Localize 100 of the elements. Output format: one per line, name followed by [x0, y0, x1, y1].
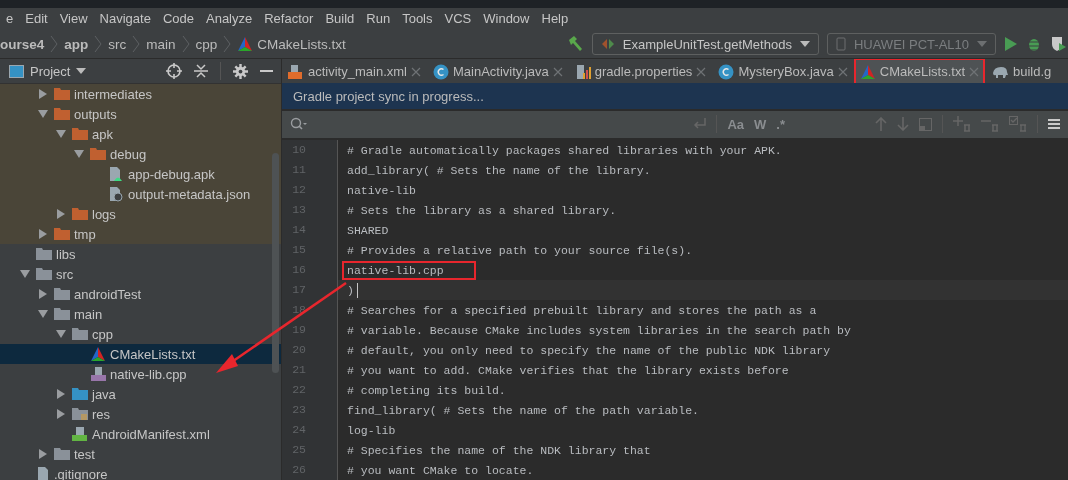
- code-line: # variable. Because CMake includes system libraries in the search path by: [346, 322, 852, 339]
- folder-icon: [54, 227, 70, 241]
- class-icon: [718, 63, 735, 80]
- minimize-icon[interactable]: [260, 69, 273, 73]
- menu-item[interactable]: Help: [535, 8, 575, 30]
- code-line: add_library( # Sets the name of the library.: [346, 162, 652, 179]
- code-editor[interactable]: [282, 138, 1068, 480]
- collapse-icon[interactable]: [194, 63, 208, 79]
- tree-item[interactable]: intermediates: [0, 84, 281, 104]
- tree-item[interactable]: res: [0, 404, 281, 424]
- menu-item[interactable]: Refactor: [258, 8, 320, 30]
- chart-file-icon: [574, 63, 591, 80]
- menu-item[interactable]: Tools: [396, 8, 439, 30]
- expanded-arrow-icon[interactable]: [74, 149, 84, 159]
- menu-item[interactable]: View: [53, 8, 94, 30]
- menu-item[interactable]: VCS: [438, 8, 478, 30]
- text-cursor: [356, 282, 358, 298]
- expanded-arrow-icon[interactable]: [56, 129, 66, 139]
- code-line: # you want to add. CMake verifies that the library exists before: [346, 362, 790, 379]
- tree-item[interactable]: tmp: [0, 224, 281, 244]
- folder-icon: [36, 247, 52, 261]
- close-icon[interactable]: [837, 66, 848, 77]
- code-line: find_library( # Sets the name of the path variable.: [346, 402, 700, 419]
- code-line: SHARED: [346, 222, 390, 239]
- chevron-icon: [181, 34, 190, 54]
- breadcrumb-item[interactable]: CMakeLists.txt: [257, 36, 346, 52]
- folder-icon: [54, 447, 70, 461]
- banner-text: Gradle project sync in progress...: [293, 88, 484, 104]
- collapsed-arrow-icon[interactable]: [56, 409, 66, 419]
- tree-item[interactable]: AndroidManifest.xml: [0, 424, 281, 444]
- breadcrumb-item[interactable]: main: [146, 36, 176, 52]
- menu-icon[interactable]: [1048, 118, 1060, 131]
- breadcrumb-item[interactable]: cpp: [195, 36, 218, 52]
- breadcrumb-item[interactable]: src: [108, 36, 127, 52]
- editor-tab[interactable]: gradle.properties: [568, 59, 713, 84]
- run-icon[interactable]: [1004, 36, 1018, 52]
- tree-item[interactable]: app-debug.apk: [0, 164, 281, 184]
- shield-run-icon[interactable]: [1050, 36, 1068, 52]
- tree-item[interactable]: outputs: [0, 104, 281, 124]
- breadcrumb-item[interactable]: app: [64, 36, 89, 52]
- collapsed-arrow-icon[interactable]: [56, 209, 66, 219]
- code-line: # default, you only need to specify the name of the public NDK library: [346, 342, 832, 359]
- menu-item[interactable]: Run: [360, 8, 397, 30]
- tree-item[interactable]: cpp: [0, 324, 281, 344]
- menu-item[interactable]: Analyze: [200, 8, 259, 30]
- tree-item[interactable]: java: [0, 384, 281, 404]
- search-icon[interactable]: [290, 117, 308, 132]
- tree-item[interactable]: apk: [0, 124, 281, 144]
- folder-icon: [54, 107, 70, 121]
- folder-icon: [90, 147, 106, 161]
- code-line: # you want CMake to locate.: [346, 462, 535, 479]
- expanded-arrow-icon[interactable]: [38, 309, 48, 319]
- breadcrumb-item[interactable]: ourse4: [0, 36, 45, 52]
- close-icon[interactable]: [552, 66, 563, 77]
- code-line: log-lib: [346, 422, 397, 439]
- editor-tab[interactable]: MainActivity.java: [426, 59, 569, 84]
- tree-item[interactable]: logs: [0, 204, 281, 224]
- tree-item[interactable]: main: [0, 304, 281, 324]
- editor-tab[interactable]: MysteryBox.java: [712, 59, 854, 84]
- menu-item[interactable]: e: [0, 8, 20, 30]
- menu-item[interactable]: Window: [477, 8, 536, 30]
- project-view-dropdown[interactable]: Project: [9, 63, 87, 79]
- run-configuration-dropdown[interactable]: ExampleUnitTest.getMethods: [591, 33, 819, 55]
- tree-item[interactable]: native-lib.cpp: [0, 364, 281, 384]
- folder-icon: [36, 267, 52, 281]
- menu-item[interactable]: Edit: [19, 8, 54, 30]
- tree-item[interactable]: libs: [0, 244, 281, 264]
- tree-item[interactable]: test: [0, 444, 281, 464]
- chevron-icon: [223, 34, 232, 54]
- tree-item[interactable]: androidTest: [0, 284, 281, 304]
- scrollbar[interactable]: [272, 153, 279, 373]
- menu-item[interactable]: Code: [156, 8, 200, 30]
- settings-icon[interactable]: [233, 63, 248, 79]
- collapsed-arrow-icon[interactable]: [38, 89, 48, 99]
- expanded-arrow-icon[interactable]: [38, 109, 48, 119]
- collapsed-arrow-icon[interactable]: [56, 389, 66, 399]
- menu-item[interactable]: Build: [319, 8, 361, 30]
- tree-item[interactable]: src: [0, 264, 281, 284]
- bug-icon[interactable]: [1026, 36, 1042, 52]
- collapsed-arrow-icon[interactable]: [38, 289, 48, 299]
- editor-tab[interactable]: build.g: [985, 59, 1058, 84]
- close-icon[interactable]: [410, 66, 421, 77]
- code-line: # completing its build.: [346, 382, 507, 399]
- caret-icon: [799, 41, 810, 47]
- apk-file-icon: [108, 166, 124, 182]
- tree-item[interactable]: output-metadata.json: [0, 184, 281, 204]
- close-icon[interactable]: [696, 66, 707, 77]
- collapsed-arrow-icon[interactable]: [38, 449, 48, 459]
- editor-tab[interactable]: CMakeLists.txt: [853, 59, 985, 84]
- xml-file-icon: [288, 63, 304, 80]
- tree-item[interactable]: debug: [0, 144, 281, 164]
- tree-item[interactable]: CMakeLists.txt: [0, 344, 281, 364]
- collapsed-arrow-icon[interactable]: [38, 229, 48, 239]
- editor-tab[interactable]: activity_main.xml: [282, 59, 427, 84]
- expanded-arrow-icon[interactable]: [56, 329, 66, 339]
- folder-icon: [54, 87, 70, 101]
- locate-icon[interactable]: [166, 63, 182, 79]
- expanded-arrow-icon[interactable]: [20, 269, 30, 279]
- window-icon: [9, 64, 24, 78]
- menu-item[interactable]: Navigate: [93, 8, 157, 30]
